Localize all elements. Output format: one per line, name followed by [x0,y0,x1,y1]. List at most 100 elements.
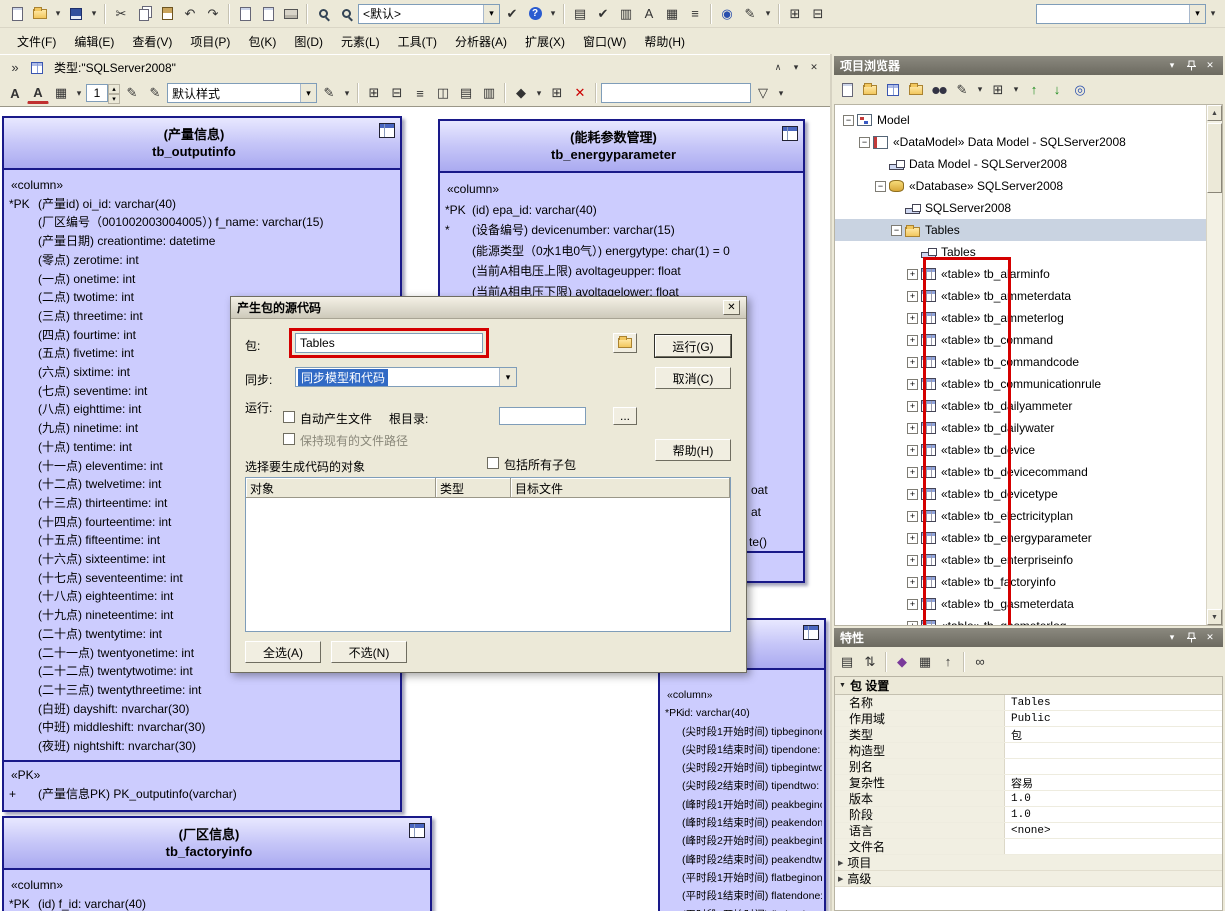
window-edit-icon[interactable]: ⊟ [807,3,829,25]
tree-item[interactable]: − Model [835,109,1222,131]
spinner-arrows[interactable]: ▴ ▾ [108,84,120,104]
font-icon[interactable]: A [4,82,26,104]
edit-icon[interactable]: ✎ [951,79,973,101]
scrollbar-thumb[interactable] [1207,123,1222,193]
print-icon[interactable] [280,3,302,25]
tree-item[interactable]: + «table» tb_dailyammeter [835,395,1222,417]
menu-item[interactable]: 分析器(A) [446,30,516,53]
tree-item[interactable]: Tables [835,241,1222,263]
column-header-type[interactable]: 类型 [436,478,511,498]
cut-icon[interactable]: ✂ [110,3,132,25]
tree-item[interactable]: + «table» tb_enterpriseinfo [835,549,1222,571]
toolbar-menu-icon[interactable]: ▾ [790,57,802,79]
property-sheet-icon[interactable]: ◆ [891,651,913,673]
tree-expander-icon[interactable]: + [907,466,918,478]
sort-icon[interactable]: ⇅ [859,651,881,673]
new-item-icon[interactable] [836,79,858,101]
chevrons-icon[interactable]: » [4,57,26,79]
menu-item[interactable]: 文件(F) [8,30,65,53]
column-header-target-file[interactable]: 目标文件 [511,478,730,498]
list-report-icon[interactable]: ▤ [569,3,591,25]
tree-item[interactable]: + «table» tb_device [835,439,1222,461]
panel-menu-icon[interactable]: ▾ [1165,59,1179,72]
property-grid[interactable]: ▼ 包 设置 名称 Tables 作用域 Public 类型包构造型 别名 复杂性 容易 版本 1… [834,676,1223,911]
tree-item[interactable]: + «table» tb_command [835,329,1222,351]
property-row[interactable]: 别名 [835,759,1222,775]
report-icon[interactable] [234,3,256,25]
select-all-button[interactable]: 全选(A) [245,641,321,663]
route-icon-3[interactable]: ≡ [409,82,431,104]
group-collapsed-icon[interactable]: ▶ [838,859,843,867]
filter-icon[interactable]: ▽ [752,82,774,104]
property-value[interactable]: 容易 [1005,775,1222,791]
property-row[interactable]: 复杂性 容易 [835,775,1222,791]
route-icon-1[interactable]: ⊞ [363,82,385,104]
property-value[interactable]: 1.0 [1005,807,1222,822]
panel-close-icon[interactable]: ✕ [1203,59,1217,72]
combo-dropdown-icon[interactable]: ▾ [499,368,516,386]
tree-item[interactable]: + «table» tb_gasmeterlog [835,615,1222,625]
tree-expander-icon[interactable]: + [907,444,918,456]
palette-icon[interactable] [26,57,48,79]
pin-icon[interactable] [1184,59,1198,72]
save-dropdown-icon[interactable]: ▾ [88,3,100,25]
tree-expander-icon[interactable]: + [907,554,918,566]
panel-menu-icon[interactable]: ▾ [1165,631,1179,644]
run-button[interactable]: 运行(G) [654,334,732,358]
property-row[interactable]: 语言 <none> [835,823,1222,839]
menu-item[interactable]: 扩展(X) [516,30,574,53]
property-group-row[interactable]: ▶ 高级 [835,871,1222,887]
fill-color-icon[interactable]: ▦ [50,82,72,104]
paste-icon[interactable] [156,3,178,25]
tree-item[interactable]: + «table» tb_dailywater [835,417,1222,439]
tree-expander-icon[interactable]: + [907,400,918,412]
tree-item[interactable]: − Tables [835,219,1222,241]
pin-icon[interactable] [1184,631,1198,644]
menu-item[interactable]: 窗口(W) [574,30,635,53]
eyedropper-icon[interactable]: ✎ [144,82,166,104]
delete-icon[interactable]: ✕ [569,82,591,104]
move-up-icon[interactable]: ↑ [1023,79,1045,101]
tree-item[interactable]: + «table» tb_devicecommand [835,461,1222,483]
new-diagram-icon[interactable] [882,79,904,101]
filter-dropdown-icon[interactable]: ▾ [775,82,787,104]
categorized-icon[interactable]: ▤ [836,651,858,673]
property-category-row[interactable]: ▼ 包 设置 [835,677,1222,695]
route-icon-4[interactable]: ◫ [432,82,454,104]
tree-expander-icon[interactable]: − [875,180,886,192]
tree-expander-icon[interactable]: + [907,422,918,434]
tree-expander-icon[interactable]: − [859,136,870,148]
property-value[interactable]: 1.0 [1005,791,1222,806]
property-row[interactable]: 文件名 [835,839,1222,855]
root-browse-button[interactable]: ... [613,407,637,425]
tree-expander-icon[interactable]: + [907,378,918,390]
zoom-in-icon[interactable] [312,3,334,25]
draw-icon[interactable]: ✎ [739,3,761,25]
autogen-checkbox-label[interactable]: 自动产生文件 [300,410,372,427]
keep-path-checkbox[interactable] [283,433,295,445]
combo-dropdown-icon[interactable]: ▾ [300,84,316,102]
dialog-close-icon[interactable]: ✕ [723,300,740,315]
window-split-icon[interactable]: ⊞ [784,3,806,25]
tree-expander-icon[interactable]: + [907,334,918,346]
route-icon-6[interactable]: ▥ [478,82,500,104]
frame-icon[interactable]: ⊞ [546,82,568,104]
locate-in-diagram-icon[interactable]: ◎ [1069,79,1091,101]
tree-expander-icon[interactable]: + [907,532,918,544]
dialog-titlebar[interactable]: 产生包的源代码 ✕ [231,297,746,319]
move-down-icon[interactable]: ↓ [1046,79,1068,101]
table-properties-icon[interactable] [782,126,798,141]
go-to-parent-icon[interactable]: ↑ [937,651,959,673]
tree-expander-icon[interactable]: + [907,620,918,625]
menu-item[interactable]: 项目(P) [181,30,239,53]
column-header-object[interactable]: 对象 [246,478,436,498]
font-tool-icon[interactable]: A [638,3,660,25]
line-width-spinner[interactable]: 1 ▴ ▾ [86,84,120,104]
draw-dropdown-icon[interactable]: ▾ [762,3,774,25]
property-value[interactable]: Public [1005,711,1222,726]
web-publish-icon[interactable]: ◉ [716,3,738,25]
customize-icon[interactable]: ▦ [914,651,936,673]
property-value[interactable]: <none> [1005,823,1222,838]
table-symbol-tb-factoryinfo[interactable]: (厂区信息) tb_factoryinfo «column» *PK (id) f_… [2,816,432,911]
tree-expander-icon[interactable]: + [907,576,918,588]
